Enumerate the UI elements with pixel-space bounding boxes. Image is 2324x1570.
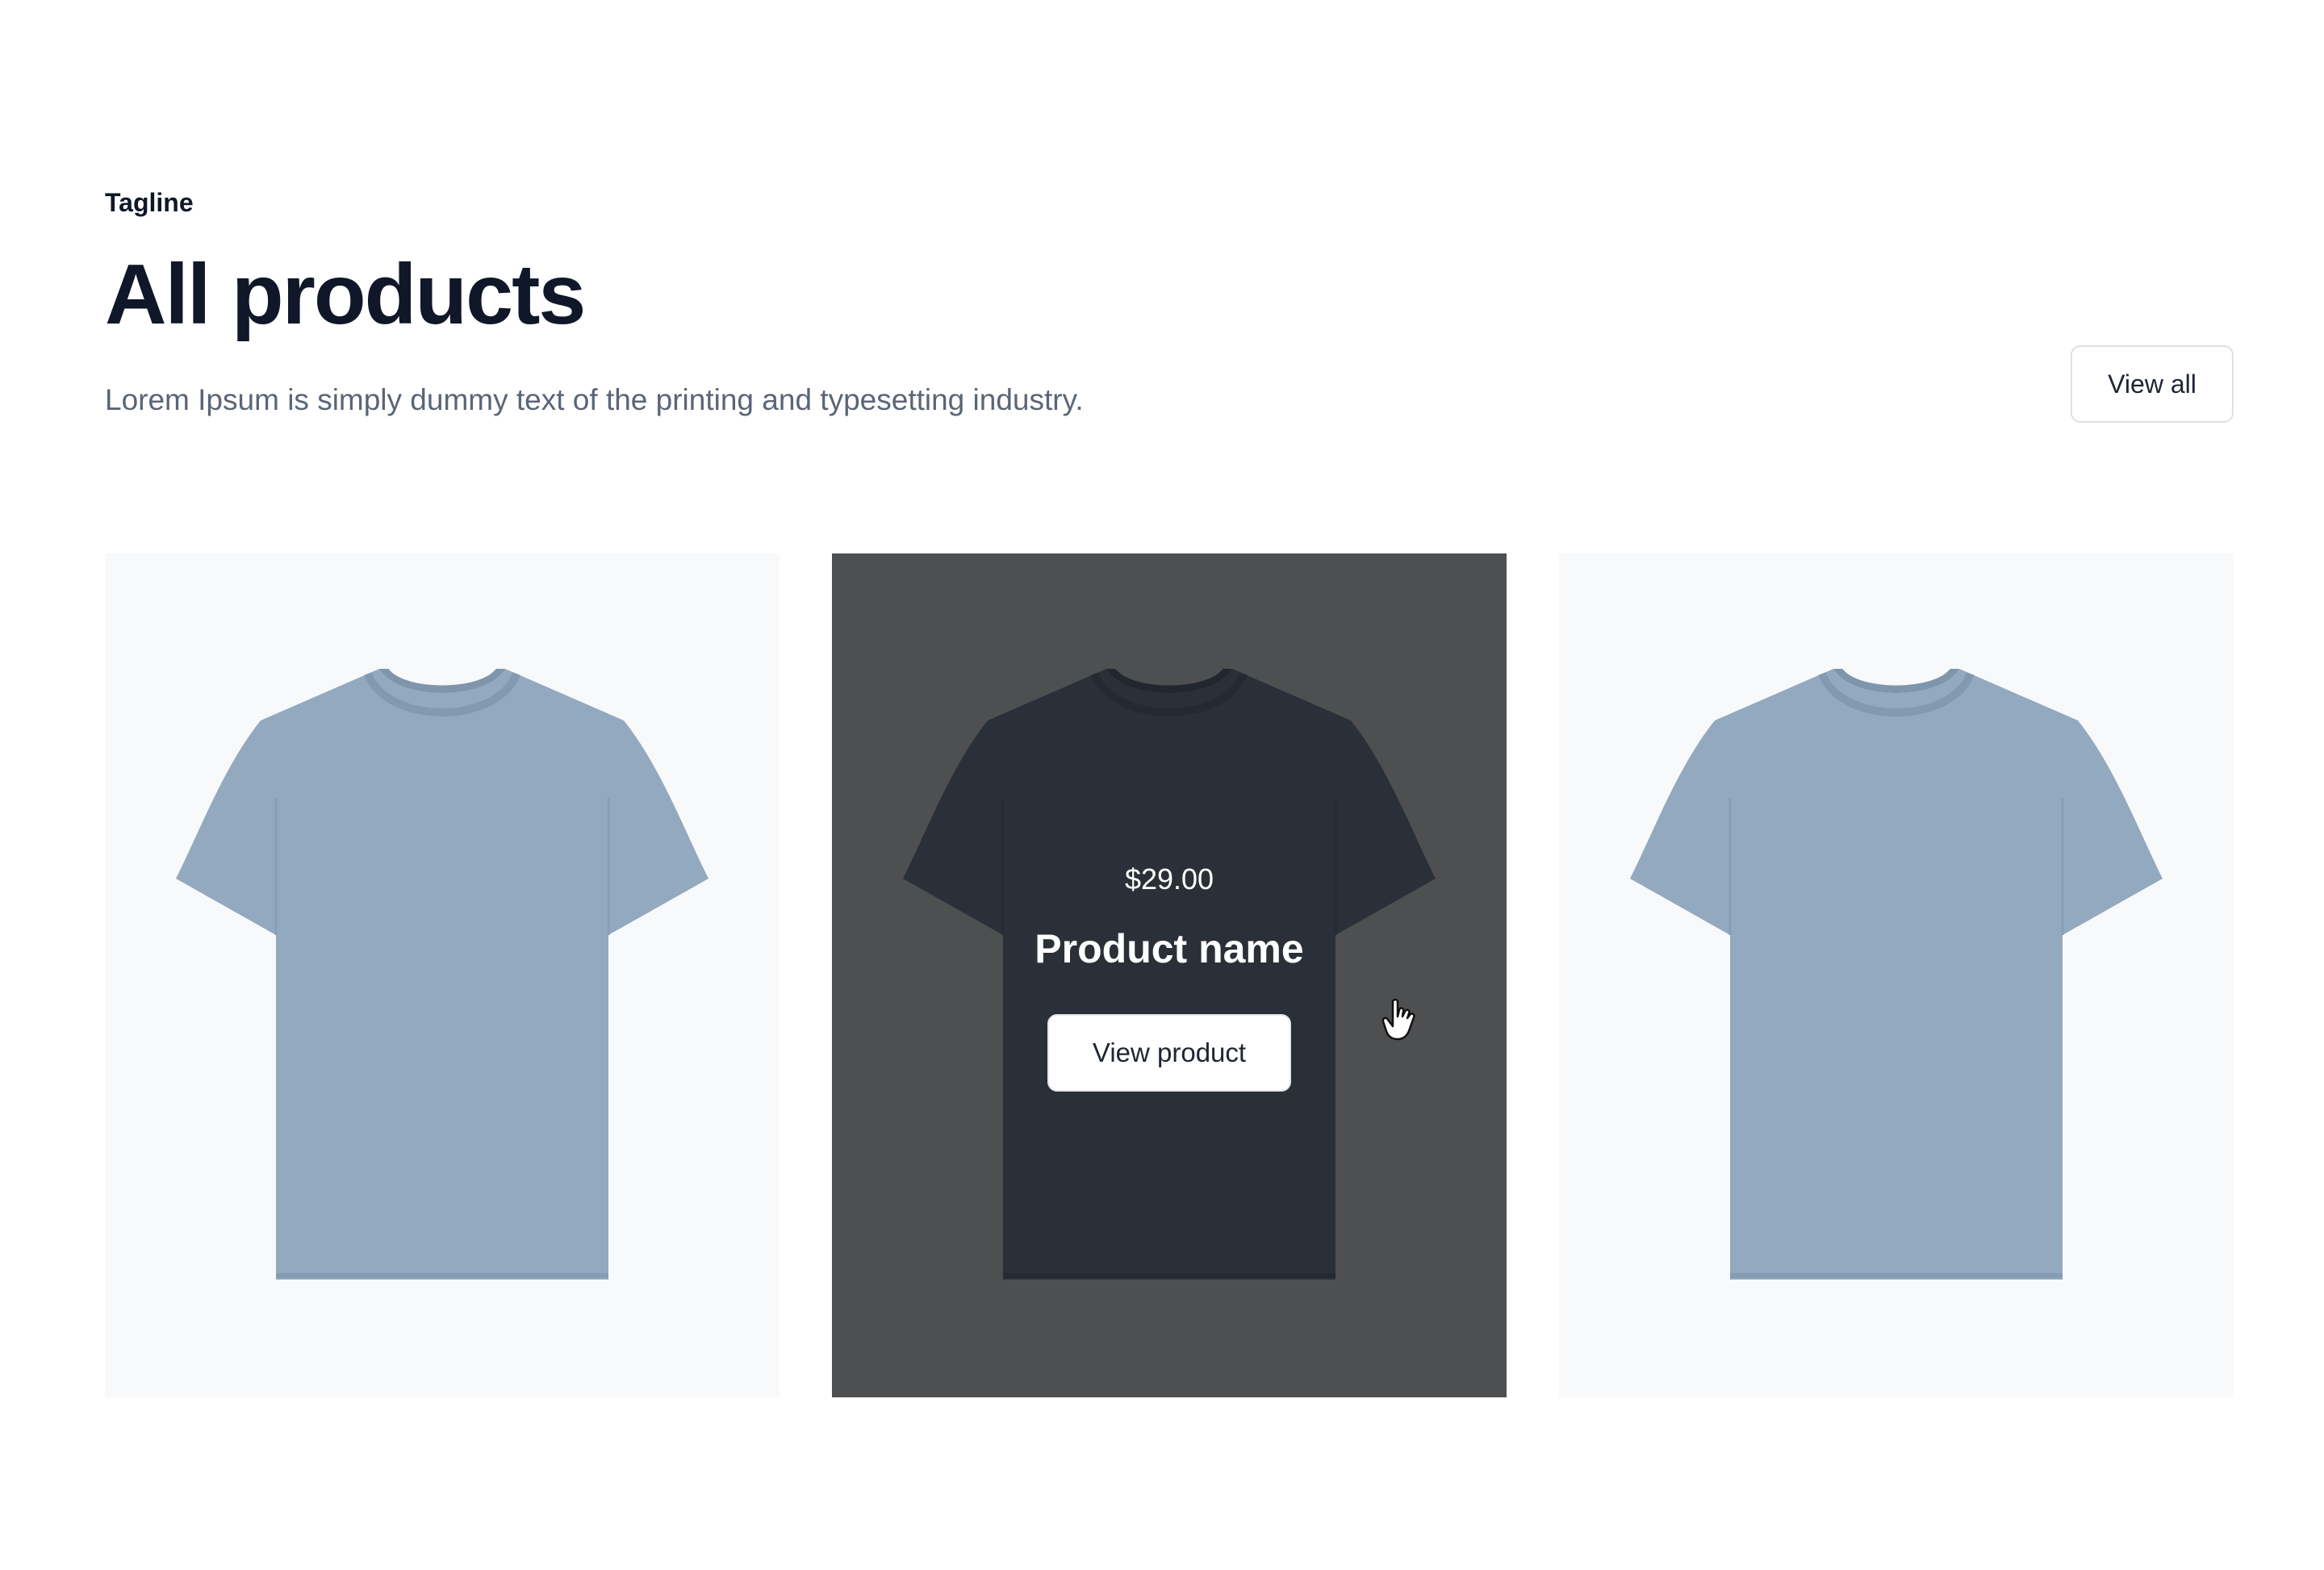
tagline: Tagline <box>105 188 194 217</box>
product-price: $29.00 <box>1124 862 1214 896</box>
product-card[interactable] <box>105 553 780 1397</box>
tshirt-image <box>176 669 708 1280</box>
product-grid: $29.00 Product name View product <box>105 553 2234 1397</box>
product-hover-overlay: $29.00 Product name View product <box>832 553 1507 1397</box>
view-all-button[interactable]: View all <box>2071 345 2234 423</box>
section-description: Lorem Ipsum is simply dummy text of the … <box>105 383 1084 416</box>
product-card[interactable] <box>1559 553 2234 1397</box>
view-product-button[interactable]: View product <box>1047 1014 1291 1092</box>
tshirt-image <box>1630 669 2163 1280</box>
product-card[interactable]: $29.00 Product name View product <box>832 553 1507 1397</box>
product-listing-page: Tagline All products Lorem Ipsum is simp… <box>0 0 2324 1570</box>
product-name: Product name <box>1035 926 1304 971</box>
page-title: All products <box>105 247 586 342</box>
hand-pointer-icon <box>1381 999 1415 1041</box>
